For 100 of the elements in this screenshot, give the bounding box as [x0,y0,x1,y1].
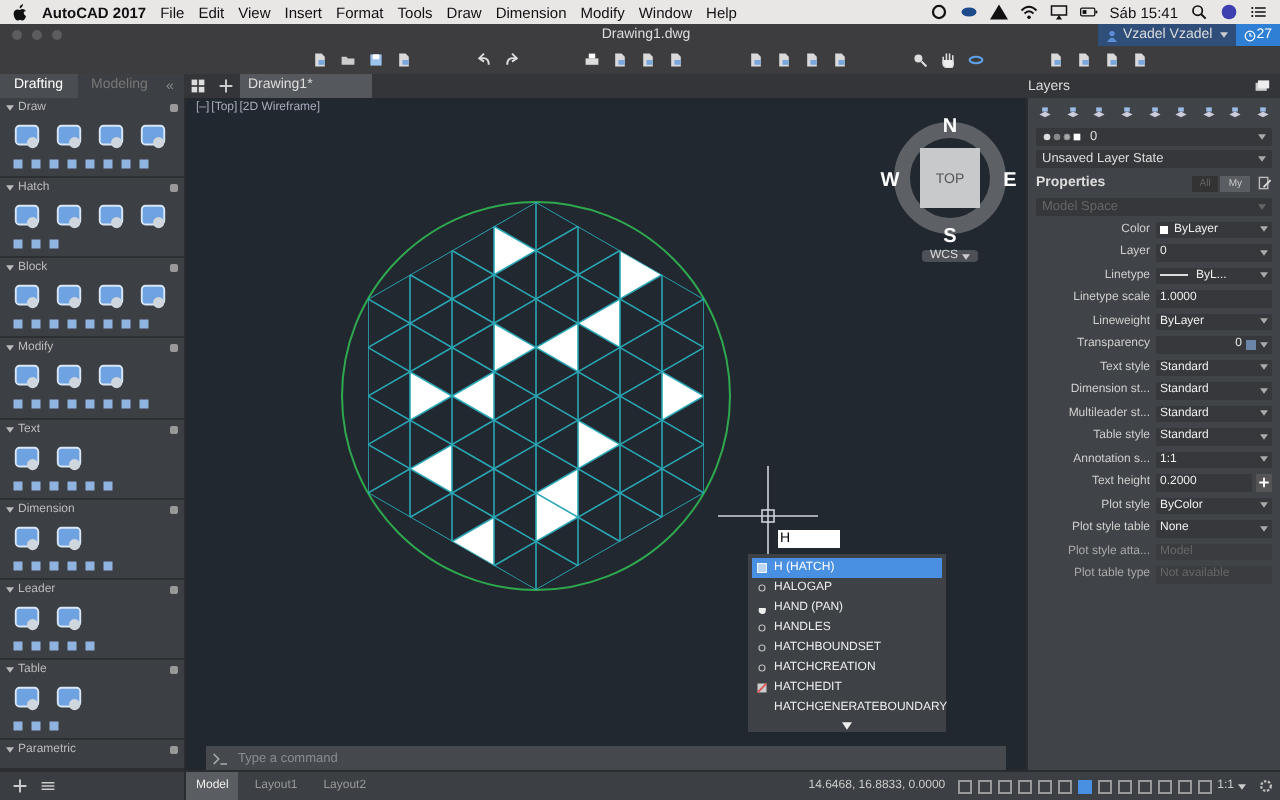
folder-icon[interactable] [340,52,356,68]
battery-icon[interactable] [1079,4,1098,20]
status-toggle[interactable] [1177,779,1192,793]
status-toggle[interactable] [1097,779,1112,793]
apple-logo-icon[interactable] [12,3,28,21]
document-icon[interactable] [804,52,820,68]
tool-icon[interactable] [12,443,42,473]
expand-arrow-icon[interactable] [6,264,14,273]
layer-tool-icon[interactable] [1174,106,1189,120]
tool-icon[interactable] [54,282,84,313]
tool-icon[interactable] [138,122,168,152]
tool-icon[interactable] [12,282,42,313]
expand-arrow-icon[interactable] [6,104,14,112]
layer-tool-icon[interactable] [1119,106,1134,120]
layers-icon[interactable] [1246,339,1256,350]
status-toggle[interactable] [1137,779,1152,793]
more-arrow-icon[interactable] [842,722,852,730]
compass-label[interactable]: E [1003,170,1017,192]
status-toggle[interactable] [1017,779,1032,793]
search-icon[interactable] [1190,4,1208,20]
document-icon[interactable] [832,52,848,68]
tool-icon[interactable] [54,443,84,473]
document-icon[interactable] [668,52,684,68]
tool-icon[interactable] [96,122,126,152]
undo-icon[interactable] [476,52,492,68]
document-icon[interactable] [776,52,792,68]
status-toggle[interactable] [1117,779,1132,793]
tool-icon[interactable] [54,122,84,152]
display-icon[interactable] [1049,4,1068,20]
layer-tool-icon[interactable] [1256,106,1270,120]
zoom-icon[interactable] [912,52,928,68]
tool-icon[interactable] [54,362,84,393]
gear-icon[interactable] [1258,778,1274,794]
expand-arrow-icon[interactable] [6,665,14,674]
tool-icon[interactable] [12,683,42,714]
section-options-icon[interactable] [170,184,178,193]
section-options-icon[interactable] [170,344,178,353]
layer-tool-icon[interactable] [1092,106,1107,120]
tool-icon[interactable] [54,683,84,714]
tool-icon[interactable] [54,523,84,554]
grid-icon[interactable] [190,78,206,94]
tool-icon[interactable] [12,362,42,393]
layer-tool-icon[interactable] [1201,106,1216,120]
document-icon[interactable] [1104,52,1120,68]
status-toggle[interactable] [1037,779,1052,793]
tool-icon[interactable] [54,603,84,634]
redo-icon[interactable] [504,52,520,68]
plus-icon[interactable] [218,78,234,94]
expand-arrow-icon[interactable] [6,746,14,754]
status-toggle[interactable] [977,779,992,793]
tool-icon[interactable] [96,282,126,313]
document-icon[interactable] [1076,52,1092,68]
orbit-icon[interactable] [968,52,984,68]
panel-menu-icon[interactable] [1254,78,1270,94]
tool-icon[interactable] [138,202,168,233]
expand-arrow-icon[interactable] [6,184,14,193]
pick-button[interactable] [1256,474,1272,491]
expand-arrow-icon[interactable] [6,505,14,514]
tool-icon[interactable] [96,202,126,233]
status-toggle[interactable] [1057,779,1072,793]
list-icon[interactable] [40,778,56,794]
expand-arrow-icon[interactable] [6,585,14,594]
tool-icon[interactable] [12,603,42,634]
status-toggle[interactable] [1197,779,1212,793]
compass-label[interactable]: S [943,226,957,248]
layer-tool-icon[interactable] [1228,106,1243,120]
command-prompt-icon[interactable] [212,751,232,765]
siri-icon[interactable] [1220,4,1238,20]
save-icon[interactable] [368,52,384,68]
tool-icon[interactable] [96,362,126,393]
list-icon[interactable] [1250,4,1268,20]
edit-icon[interactable] [1258,176,1272,190]
plus-icon[interactable] [12,778,28,794]
tool-icon[interactable] [54,202,84,233]
status-toggle[interactable] [1157,779,1172,793]
printer-icon[interactable] [584,52,600,68]
triangle-icon[interactable] [989,4,1008,20]
document-icon[interactable] [396,52,412,68]
compass-label[interactable]: N [942,116,958,138]
compass-label[interactable]: W [880,170,900,192]
document-icon[interactable] [612,52,628,68]
section-options-icon[interactable] [170,585,178,594]
tool-icon[interactable] [12,122,42,152]
section-options-icon[interactable] [170,505,178,514]
tool-icon[interactable] [12,202,42,233]
expand-arrow-icon[interactable] [6,344,14,353]
expand-arrow-icon[interactable] [6,425,14,433]
wifi-icon[interactable] [1019,4,1038,20]
tool-icon[interactable] [12,523,42,554]
status-toggle[interactable] [957,779,972,793]
document-icon[interactable] [748,52,764,68]
document-icon[interactable] [312,52,328,68]
section-options-icon[interactable] [170,425,178,433]
tool-icon[interactable] [138,282,168,313]
layer-tool-icon[interactable] [1065,106,1080,120]
status-toggle[interactable] [1077,779,1092,793]
document-icon[interactable] [1132,52,1148,68]
section-options-icon[interactable] [170,665,178,674]
document-icon[interactable] [640,52,656,68]
document-icon[interactable] [1048,52,1064,68]
